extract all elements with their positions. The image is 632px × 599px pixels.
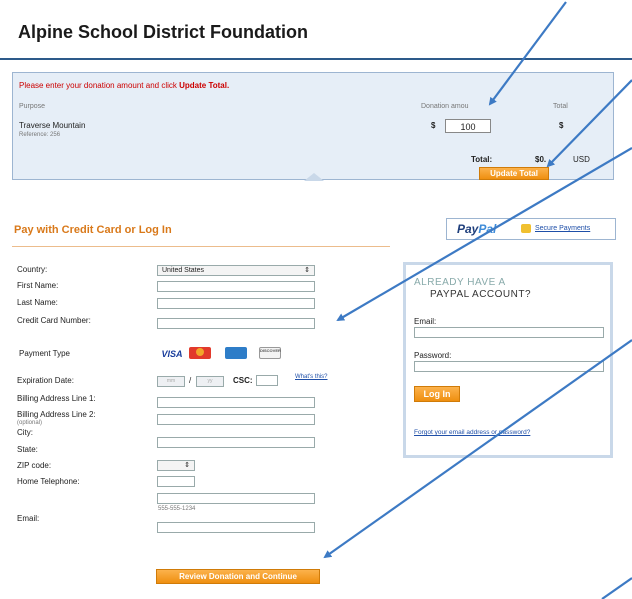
- annotation-arrows: [323, 1, 632, 599]
- arrow-to-review-button: [323, 339, 632, 559]
- arrow-to-amount: [488, 1, 567, 106]
- arrow-bottom-right: [601, 577, 632, 599]
- arrow-to-update-total: [546, 79, 632, 168]
- arrow-to-form: [336, 147, 632, 322]
